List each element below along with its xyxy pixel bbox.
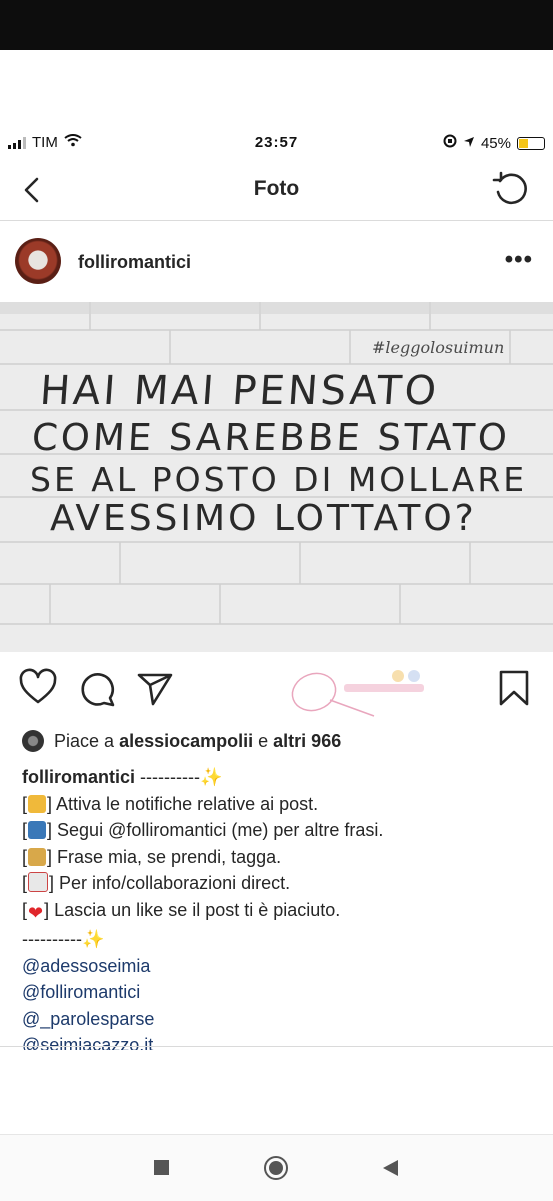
post-username[interactable]: folliromantici: [78, 252, 191, 273]
page-title: Foto: [253, 177, 300, 200]
status-right: 45%: [443, 134, 545, 152]
caption-item-text: Segui @folliromantici (me) per altre fra…: [57, 820, 384, 840]
likes-prefix: Piace a: [54, 730, 115, 751]
back-button[interactable]: [381, 1159, 399, 1177]
image-text-line: HAI MAI PENSATO: [38, 368, 441, 414]
avatar[interactable]: [15, 238, 61, 284]
recents-button[interactable]: [154, 1160, 169, 1175]
mention-link[interactable]: @_parolesparse: [22, 1006, 542, 1033]
heart-icon[interactable]: [18, 668, 58, 708]
image-hashtag: #leggolosuimun: [372, 338, 505, 357]
caption-username[interactable]: folliromantici: [22, 767, 135, 787]
bookmark-icon[interactable]: [494, 668, 534, 708]
home-button[interactable]: [263, 1155, 289, 1181]
divider: [0, 1046, 553, 1047]
battery-icon: [517, 136, 545, 150]
lock-rotation-icon: [443, 134, 457, 152]
caption-item-text: Per info/collaborazioni direct.: [59, 873, 291, 893]
status-bar: TIM 23:57 45%: [0, 132, 553, 154]
image-text-line: AVESSIMO LOTTATO?: [50, 498, 477, 539]
top-black-bar: [0, 0, 553, 50]
post-header: folliromantici •••: [0, 232, 553, 292]
watermark-logo: [291, 670, 424, 717]
comment-icon[interactable]: [77, 668, 117, 708]
post-image[interactable]: #leggolosuimun HAI MAI PENSATO COME SARE…: [0, 302, 553, 652]
caption-item-text: Frase mia, se prendi, tagga.: [57, 846, 282, 867]
mention-link[interactable]: @folliromantici: [22, 979, 542, 1006]
caption-item-text: Attiva le notifiche relative ai post.: [56, 793, 319, 814]
post-actions: [0, 662, 553, 718]
send-icon[interactable]: [135, 668, 175, 708]
caption-item: [] Attiva le notifiche relative ai post.: [22, 793, 319, 814]
caption-item: [] Frase mia, se prendi, tagga.: [22, 846, 282, 867]
envelope-icon: [28, 872, 49, 892]
liker-avatar: [22, 730, 44, 752]
post-caption: folliromantici ----------✨ [] Attiva le …: [22, 764, 542, 1050]
sparkles-icon: ✨: [81, 929, 105, 949]
more-options-button[interactable]: •••: [505, 246, 533, 274]
caption-dashes: ----------: [140, 767, 200, 787]
mention-link[interactable]: @adessoseimia: [22, 953, 542, 980]
nav-header: Foto: [0, 160, 553, 221]
caption-item-text: Lascia un like se il post ti è piaciuto.: [54, 899, 341, 920]
image-text-line: COME SAREBBE STATO: [30, 416, 512, 459]
liker-username[interactable]: alessiocampolii: [119, 731, 253, 751]
bell-icon: [28, 794, 47, 813]
likes-middle: e: [258, 730, 269, 751]
caption-dashes: ----------: [22, 929, 82, 949]
likes-others[interactable]: altri 966: [273, 731, 341, 751]
lock-icon: [28, 847, 47, 866]
mention-link[interactable]: @seimiacazzo.it: [22, 1032, 542, 1050]
location-icon: [463, 135, 475, 152]
caption-footer: ----------✨: [22, 926, 542, 953]
caption-item: [❤] Lascia un like se il post ti è piaci…: [22, 897, 542, 927]
likes-row[interactable]: Piace a alessiocampolii e altri 966: [22, 728, 542, 754]
heart-icon: ❤: [28, 902, 44, 923]
reload-icon[interactable]: [491, 170, 531, 210]
people-icon: [28, 821, 47, 839]
sparkles-icon: ✨: [199, 767, 223, 787]
battery-label: 45%: [480, 134, 511, 152]
android-nav-bar: [0, 1134, 553, 1201]
caption-header: folliromantici ----------✨: [22, 764, 542, 791]
caption-item: [] Segui @folliromantici (me) per altre …: [22, 820, 384, 840]
image-text-line: SE AL POSTO DI MOLLARE: [30, 460, 528, 499]
caption-item: [] Per info/collaborazioni direct.: [22, 872, 291, 893]
